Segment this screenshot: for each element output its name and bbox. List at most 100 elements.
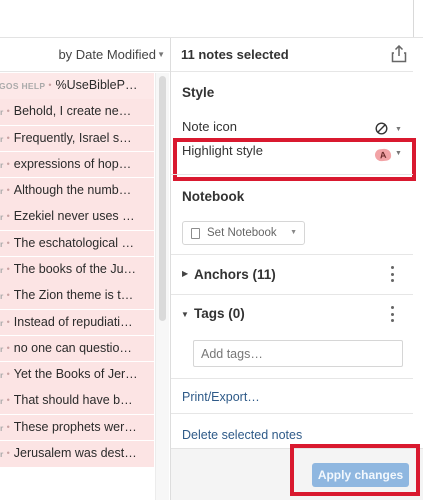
list-item-content: r • Instead of repudiati… bbox=[0, 310, 154, 336]
notebook-icon bbox=[191, 228, 200, 239]
list-item-text: Yet the Books of Jer… bbox=[13, 367, 138, 382]
list-item-content: r • That should have b… bbox=[0, 388, 154, 414]
delete-selected-notes-link[interactable]: Delete selected notes bbox=[182, 428, 302, 442]
list-item[interactable]: r • Although the numb… bbox=[0, 178, 154, 204]
chevron-down-icon[interactable]: ▼ bbox=[181, 310, 189, 319]
set-notebook-label: Set Notebook bbox=[207, 227, 277, 239]
bullet-icon: • bbox=[6, 316, 10, 327]
list-item-lead: r bbox=[0, 212, 4, 223]
list-item[interactable]: r • Frequently, Israel s… bbox=[0, 125, 154, 152]
set-notebook-button[interactable]: Set Notebook ▼ bbox=[182, 221, 305, 245]
list-item-tag: GOS HELP bbox=[0, 81, 46, 91]
list-item-text: Although the numb… bbox=[13, 183, 132, 198]
chevron-down-icon: ▼ bbox=[290, 229, 297, 236]
style-title: Style bbox=[182, 85, 215, 100]
chevron-right-icon[interactable]: ▶ bbox=[182, 269, 188, 278]
chevron-down-icon[interactable]: ▼ bbox=[395, 150, 402, 157]
list-item-lead: r bbox=[0, 107, 4, 118]
window-edge bbox=[413, 0, 414, 37]
bullet-icon: • bbox=[6, 342, 10, 353]
list-item-content: r • The books of the Ju… bbox=[0, 257, 154, 283]
notes-list-pane: by Date Modified ▼ GOS HELP • %UseBibleP… r… bbox=[0, 38, 170, 500]
selection-panel: 11 notes selected Style Note icon ▼ High… bbox=[171, 38, 423, 500]
anchors-toggle[interactable]: Anchors (11) bbox=[194, 267, 276, 282]
bullet-icon: • bbox=[6, 158, 10, 169]
list-item-text: Ezekiel never uses … bbox=[13, 209, 135, 224]
list-item-lead: r bbox=[0, 264, 4, 275]
divider bbox=[171, 294, 413, 295]
bullet-icon: • bbox=[6, 106, 10, 117]
list-item[interactable]: r • The books of the Ju… bbox=[0, 256, 154, 283]
chevron-down-icon[interactable]: ▼ bbox=[395, 126, 402, 133]
list-item[interactable]: r • no one can questio… bbox=[0, 335, 154, 362]
list-item-lead: r bbox=[0, 186, 4, 197]
bullet-icon: • bbox=[6, 447, 10, 458]
highlight-style-swatch[interactable]: A bbox=[374, 148, 392, 162]
list-item-lead: r bbox=[0, 343, 4, 354]
print-export-link[interactable]: Print/Export… bbox=[182, 390, 260, 404]
anchors-more-icon[interactable] bbox=[390, 266, 394, 282]
list-item-lead: r bbox=[0, 370, 4, 381]
divider bbox=[171, 413, 413, 414]
list-item-content: r • The eschatological … bbox=[0, 231, 154, 257]
list-item-content: r • These prophets wer… bbox=[0, 415, 154, 441]
bullet-icon: • bbox=[6, 237, 10, 248]
bullet-icon: • bbox=[6, 185, 10, 196]
panel-header: 11 notes selected bbox=[171, 38, 413, 72]
share-icon[interactable] bbox=[391, 45, 407, 63]
list-item-content: r • Frequently, Israel s… bbox=[0, 126, 154, 152]
list-item[interactable]: r • These prophets wer… bbox=[0, 414, 154, 441]
list-item-content: r • expressions of hop… bbox=[0, 152, 154, 178]
list-item[interactable]: r • Yet the Books of Jer… bbox=[0, 362, 154, 388]
list-item-text: %UseBibleP… bbox=[55, 78, 138, 92]
list-item-text: expressions of hop… bbox=[13, 156, 132, 171]
apply-changes-button[interactable]: Apply changes bbox=[312, 463, 409, 487]
notebook-title: Notebook bbox=[182, 189, 245, 204]
tags-toggle[interactable]: Tags (0) bbox=[194, 306, 245, 321]
bullet-icon: • bbox=[6, 421, 10, 432]
list-item-content: r • Ezekiel never uses … bbox=[0, 204, 154, 230]
scrollbar[interactable] bbox=[155, 73, 169, 500]
list-item[interactable]: r • Ezekiel never uses … bbox=[0, 204, 154, 230]
tags-more-icon[interactable] bbox=[390, 306, 394, 322]
app-window: by Date Modified ▼ GOS HELP • %UseBibleP… r… bbox=[0, 0, 423, 500]
list-item[interactable]: r • The Zion theme is t… bbox=[0, 283, 154, 309]
sort-bar: by Date Modified ▼ bbox=[0, 38, 170, 72]
bullet-icon: • bbox=[48, 80, 52, 90]
no-symbol-icon[interactable] bbox=[375, 122, 388, 135]
notes-list: GOS HELP • %UseBibleP… r • Behold, I create n… bbox=[0, 73, 154, 500]
list-item[interactable]: r • expressions of hop… bbox=[0, 151, 154, 178]
divider bbox=[171, 378, 413, 379]
list-item-content: r • Although the numb… bbox=[0, 178, 154, 204]
list-item-lead: r bbox=[0, 133, 4, 144]
list-item-lead: r bbox=[0, 291, 4, 302]
list-item-content: r • Yet the Books of Jer… bbox=[0, 362, 154, 388]
bullet-icon: • bbox=[6, 132, 10, 143]
list-item-text: The eschatological … bbox=[13, 235, 134, 250]
list-item-lead: r bbox=[0, 448, 4, 459]
note-icon-label: Note icon bbox=[182, 119, 237, 134]
list-item[interactable]: r • That should have b… bbox=[0, 388, 154, 414]
list-item[interactable]: r • Behold, I create ne… bbox=[0, 99, 154, 125]
list-item[interactable]: GOS HELP • %UseBibleP… bbox=[0, 73, 154, 99]
list-item-lead: r bbox=[0, 238, 4, 249]
list-item-content: r • The Zion theme is t… bbox=[0, 283, 154, 309]
sort-dropdown[interactable]: by Date Modified bbox=[58, 47, 156, 62]
list-item[interactable]: r • Jerusalem was dest… bbox=[0, 440, 154, 467]
list-item-text: Instead of repudiati… bbox=[13, 314, 133, 329]
list-item-text: Behold, I create ne… bbox=[13, 104, 132, 119]
list-item-content: r • no one can questio… bbox=[0, 336, 154, 362]
bullet-icon: • bbox=[6, 395, 10, 406]
list-item[interactable]: r • The eschatological … bbox=[0, 230, 154, 257]
list-item-text: These prophets wer… bbox=[13, 419, 137, 434]
list-item-lead: r bbox=[0, 422, 4, 433]
chevron-down-icon[interactable]: ▼ bbox=[157, 50, 165, 59]
bullet-icon: • bbox=[6, 369, 10, 380]
scrollbar-thumb[interactable] bbox=[159, 76, 166, 321]
list-item[interactable]: r • Instead of repudiati… bbox=[0, 309, 154, 336]
divider bbox=[171, 174, 413, 175]
bullet-icon: • bbox=[6, 290, 10, 301]
tags-input[interactable]: Add tags… bbox=[193, 340, 403, 367]
top-strip bbox=[0, 0, 423, 37]
bullet-icon: • bbox=[6, 211, 10, 222]
